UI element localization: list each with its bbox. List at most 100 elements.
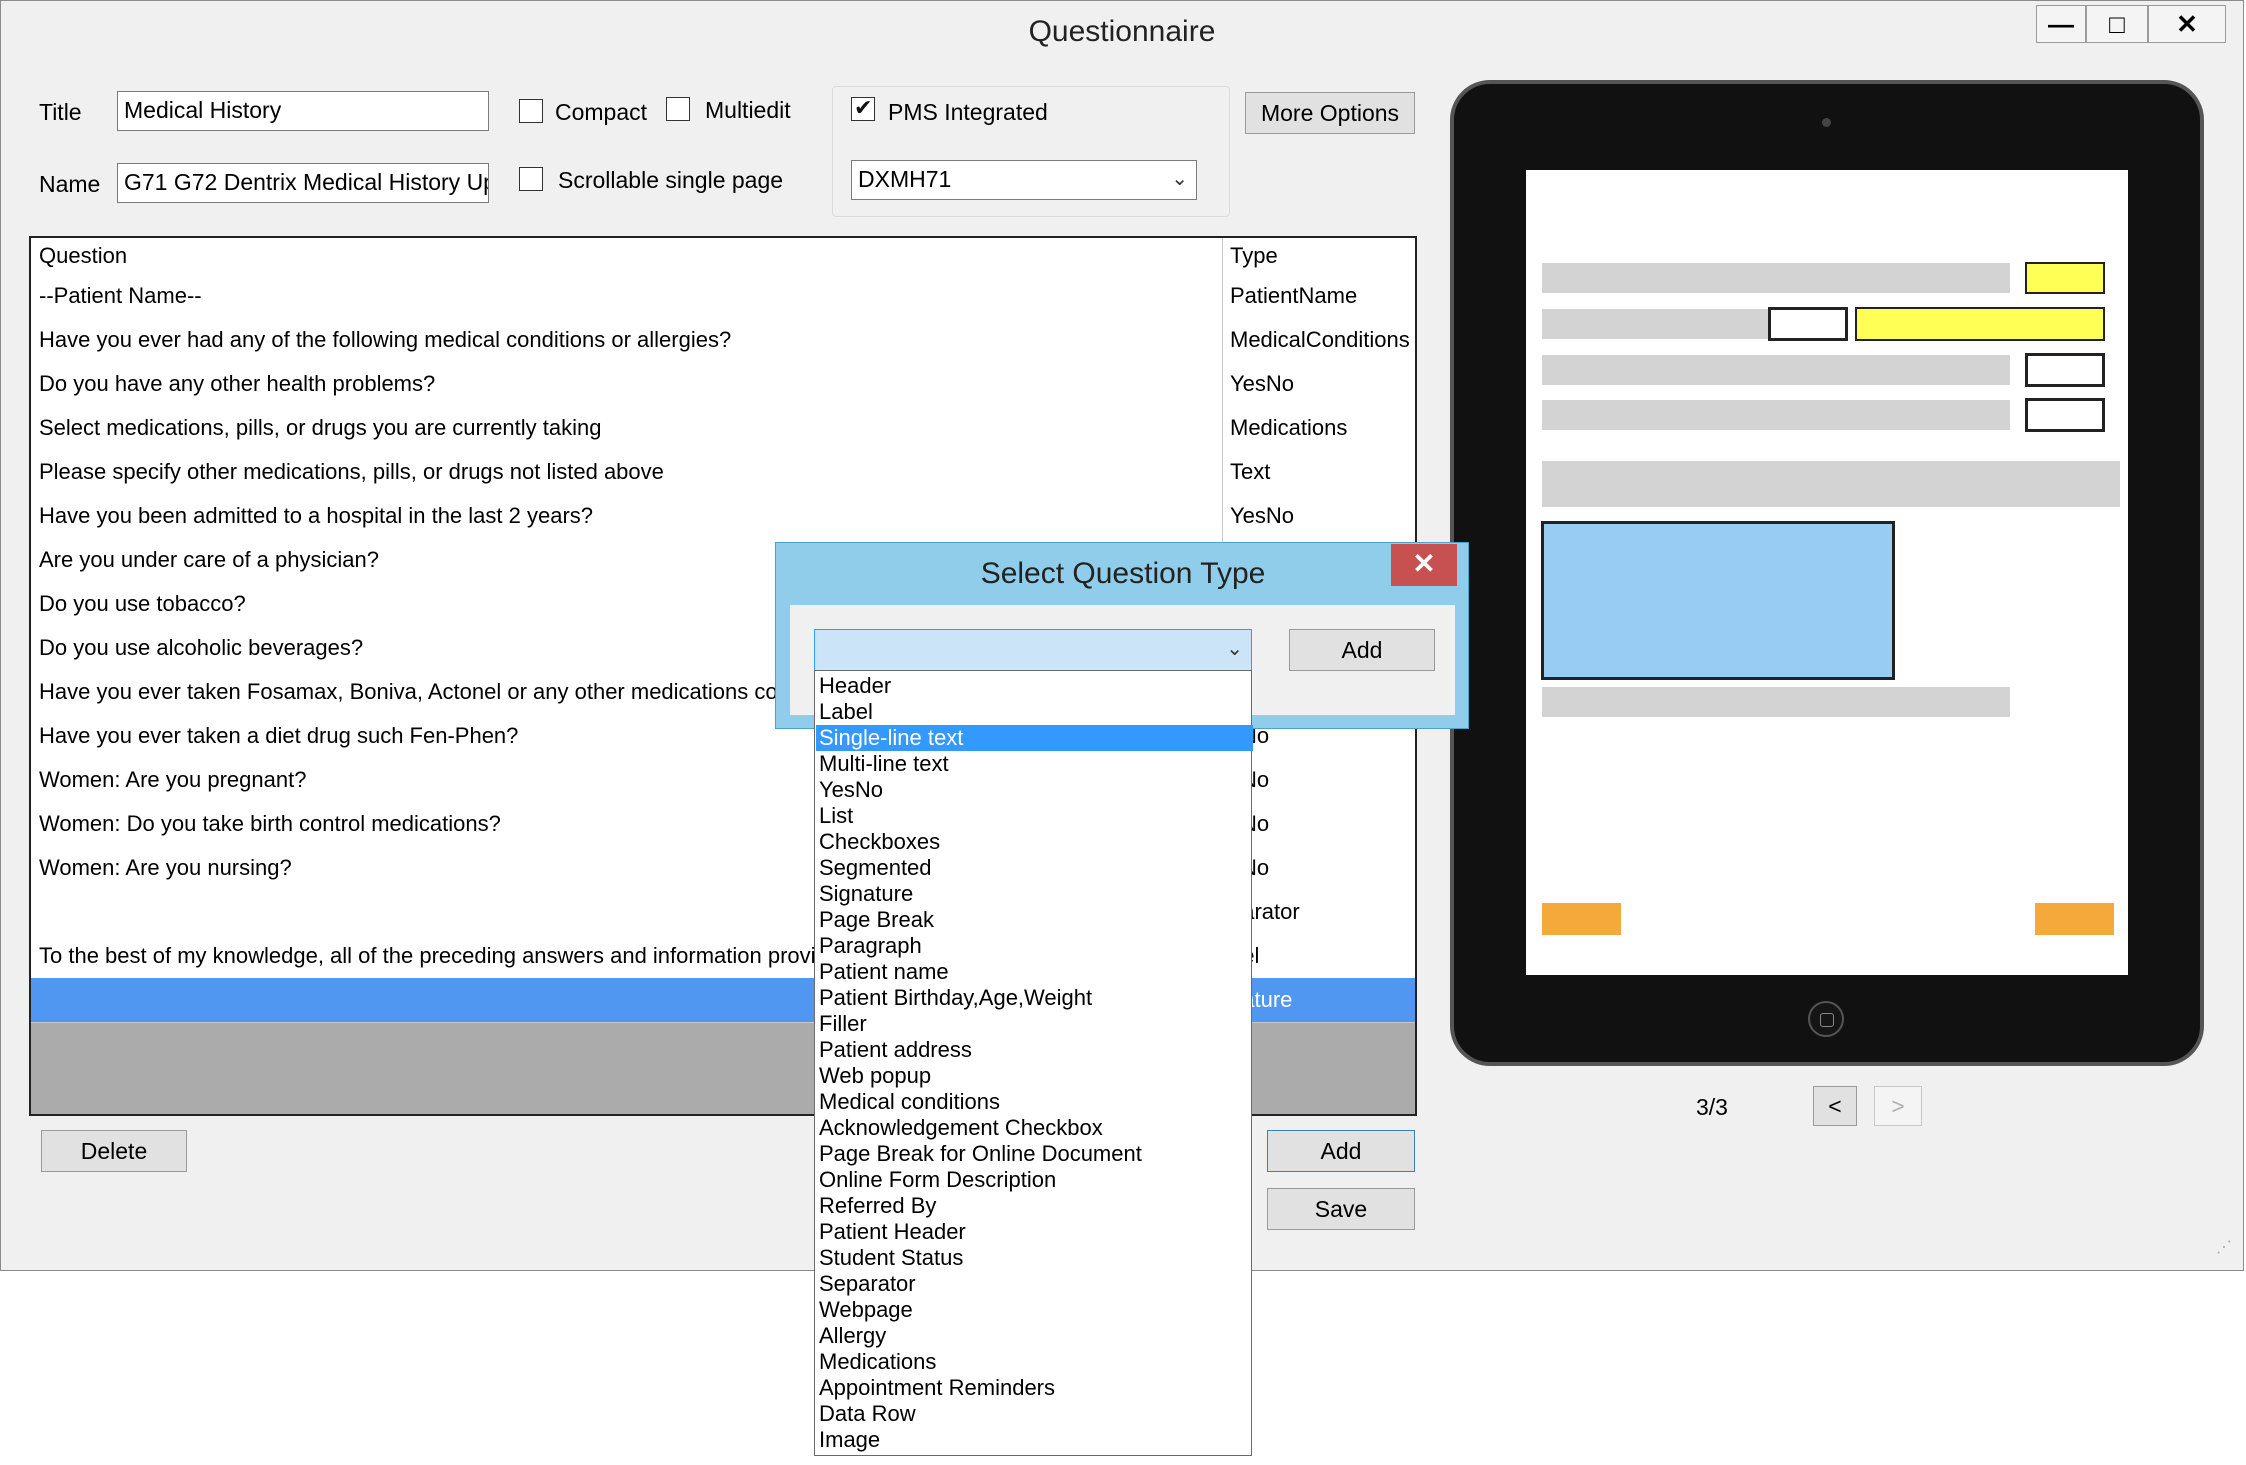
type-cell[interactable]: PatientName	[1222, 274, 1415, 318]
home-button-icon	[1808, 1001, 1844, 1037]
question-type-dropdown-list: Header Label Single-line text Multi-line te…	[814, 670, 1253, 1456]
preview-white-box	[2025, 398, 2105, 432]
dialog-title: Select Question Type	[980, 557, 1266, 590]
dropdown-option[interactable]: Appointment Reminders	[819, 1375, 1249, 1401]
dropdown-option[interactable]: Student Status	[819, 1245, 1249, 1271]
preview-image-box	[1541, 521, 1895, 680]
camera-icon	[1822, 118, 1831, 127]
chevron-down-icon: ⌄	[1226, 638, 1243, 660]
type-cell[interactable]: Medications	[1222, 406, 1415, 450]
table-row[interactable]: --Patient Name-- PatientName	[31, 274, 1415, 319]
save-button[interactable]: Save	[1267, 1188, 1415, 1230]
dropdown-option[interactable]: Referred By	[819, 1193, 1249, 1219]
prev-page-button[interactable]: <	[1813, 1086, 1857, 1126]
preview-yellow-box	[2025, 262, 2105, 294]
preview-field-bar	[1542, 309, 1768, 339]
question-cell[interactable]: --Patient Name--	[39, 274, 1229, 318]
dropdown-option[interactable]: Page Break for Online Document	[819, 1141, 1249, 1167]
dropdown-option[interactable]: Medications	[819, 1349, 1249, 1375]
page-indicator: 3/3	[1696, 1094, 1728, 1120]
preview-back-button-shape	[1542, 903, 1621, 935]
pms-integrated-label: PMS Integrated	[888, 99, 1048, 125]
column-header-question[interactable]: Question	[39, 238, 1229, 274]
dropdown-option[interactable]: Web popup	[819, 1063, 1249, 1089]
dropdown-option[interactable]: Patient Birthday,Age,Weight	[819, 985, 1249, 1011]
dropdown-option[interactable]: Paragraph	[819, 933, 1249, 959]
dropdown-option[interactable]: List	[819, 803, 1249, 829]
dropdown-option[interactable]: Medical conditions	[819, 1089, 1249, 1115]
preview-field-bar	[1542, 355, 2010, 385]
dropdown-option[interactable]: Patient name	[819, 959, 1249, 985]
name-label: Name	[39, 171, 101, 197]
question-cell[interactable]: Select medications, pills, or drugs you …	[39, 406, 1229, 450]
multiedit-checkbox[interactable]	[666, 97, 690, 121]
preview-white-box	[2025, 353, 2105, 387]
type-cell[interactable]: YesNo	[1222, 362, 1415, 406]
dropdown-option[interactable]: Acknowledgement Checkbox	[819, 1115, 1249, 1141]
question-cell[interactable]: Do you have any other health problems?	[39, 362, 1229, 406]
scrollable-checkbox[interactable]	[519, 167, 543, 191]
preview-field-bar	[1542, 687, 2010, 717]
compact-label: Compact	[555, 99, 648, 125]
grid-header-row: Question Type	[31, 238, 1415, 275]
preview-field-bar	[1542, 263, 2010, 293]
table-row[interactable]: Select medications, pills, or drugs you …	[31, 406, 1415, 451]
table-row[interactable]: Do you have any other health problems? Ye…	[31, 362, 1415, 407]
dropdown-option[interactable]: Page Break	[819, 907, 1249, 933]
question-type-select[interactable]: ⌄	[814, 629, 1252, 671]
delete-button[interactable]: Delete	[41, 1130, 187, 1172]
title-label: Title	[39, 99, 82, 125]
minimize-button[interactable]: —	[2036, 5, 2086, 43]
dropdown-option[interactable]: Online Form Description	[819, 1167, 1249, 1193]
multiedit-label: Multiedit	[705, 97, 791, 123]
dropdown-option[interactable]: Header	[819, 673, 1249, 699]
dialog-close-button[interactable]: ✕	[1391, 544, 1457, 586]
dropdown-option[interactable]: Separator	[819, 1271, 1249, 1297]
pms-select-value: DXMH71	[858, 166, 952, 192]
dropdown-option[interactable]: Signature	[819, 881, 1249, 907]
question-cell[interactable]: Please specify other medications, pills,…	[39, 450, 1229, 494]
preview-white-box	[1768, 307, 1848, 341]
dropdown-option[interactable]: Segmented	[819, 855, 1249, 881]
name-input[interactable]: G71 G72 Dentrix Medical History Upda	[117, 163, 489, 203]
question-cell[interactable]: Have you ever had any of the following m…	[39, 318, 1229, 362]
dropdown-option[interactable]: Patient Header	[819, 1219, 1249, 1245]
dropdown-option[interactable]: Single-line text	[816, 725, 1253, 751]
pms-integrated-checkbox[interactable]	[851, 95, 875, 121]
dropdown-option[interactable]: Checkboxes	[819, 829, 1249, 855]
dropdown-option[interactable]: Allergy	[819, 1323, 1249, 1349]
preview-field-bar	[1542, 400, 2010, 430]
dialog-add-button[interactable]: Add	[1289, 629, 1435, 671]
column-header-type[interactable]: Type	[1222, 238, 1415, 274]
scrollable-label: Scrollable single page	[558, 167, 784, 193]
more-options-button[interactable]: More Options	[1245, 92, 1415, 134]
window-title: Questionnaire	[1028, 15, 1216, 48]
preview-yellow-box	[1855, 307, 2105, 341]
dropdown-option[interactable]: Patient address	[819, 1037, 1249, 1063]
dropdown-option[interactable]: Webpage	[819, 1297, 1249, 1323]
dropdown-option[interactable]: Image	[819, 1427, 1249, 1453]
dropdown-option[interactable]: YesNo	[819, 777, 1249, 803]
compact-checkbox[interactable]	[519, 99, 543, 123]
table-row[interactable]: Have you ever had any of the following m…	[31, 318, 1415, 363]
type-cell[interactable]: Text	[1222, 450, 1415, 494]
dropdown-option[interactable]: Data Row	[819, 1401, 1249, 1427]
type-cell[interactable]: MedicalConditions	[1222, 318, 1415, 362]
add-question-button[interactable]: Add	[1267, 1130, 1415, 1172]
table-row[interactable]: Have you been admitted to a hospital in …	[31, 494, 1415, 539]
pms-select[interactable]: DXMH71 ⌄	[851, 160, 1197, 200]
question-cell[interactable]: Have you been admitted to a hospital in …	[39, 494, 1229, 538]
maximize-button[interactable]: □	[2086, 5, 2148, 43]
resize-grip-icon[interactable]: ⋰	[2216, 1237, 2238, 1259]
title-input[interactable]: Medical History	[117, 91, 489, 131]
preview-next-button-shape	[2035, 903, 2114, 935]
dropdown-option[interactable]: Multi-line text	[819, 751, 1249, 777]
type-cell[interactable]: YesNo	[1222, 494, 1415, 538]
chevron-down-icon: ⌄	[1171, 168, 1188, 190]
preview-wide-bar	[1542, 461, 2120, 507]
table-row[interactable]: Please specify other medications, pills,…	[31, 450, 1415, 495]
dropdown-option[interactable]: Label	[819, 699, 1249, 725]
dropdown-option[interactable]: Filler	[819, 1011, 1249, 1037]
close-window-button[interactable]: ✕	[2148, 5, 2226, 43]
next-page-button[interactable]: >	[1874, 1086, 1922, 1126]
